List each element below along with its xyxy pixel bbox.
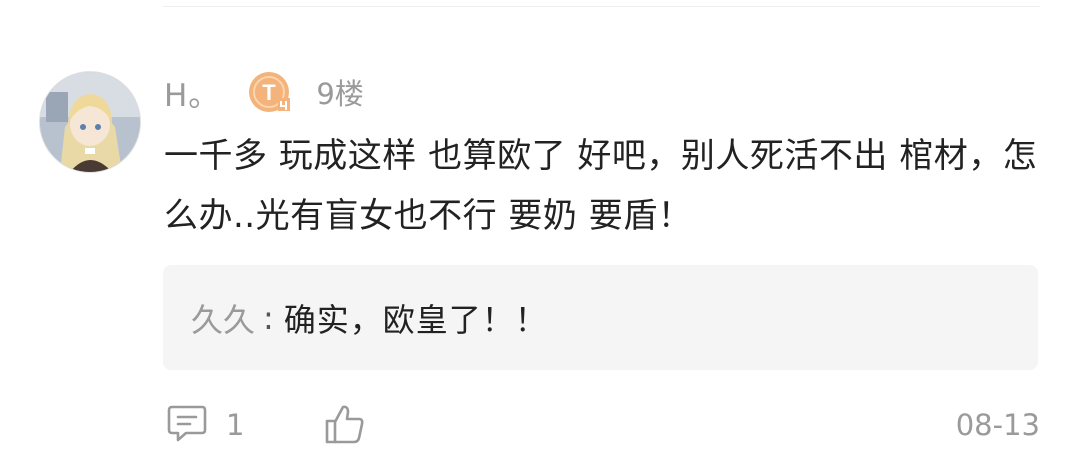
floor-number: 9楼 (316, 77, 364, 111)
level-badge-icon: T (248, 70, 292, 114)
comment-icon (166, 403, 208, 447)
reply-username[interactable]: 久久 (191, 295, 255, 341)
comment-content: 一千多 玩成这样 也算欧了 好吧，别人死活不出 棺材，怎么办..光有盲女也不行 … (164, 136, 1038, 236)
reply-separator: : (263, 298, 274, 337)
username[interactable]: H。 (164, 70, 220, 115)
thumbs-up-icon (324, 405, 366, 449)
post-date: 08-13 (955, 408, 1040, 442)
reply-text: 确实，欧皇了！！ (283, 300, 548, 339)
reply-box[interactable]: 久久 : 确实，欧皇了！！ (163, 265, 1038, 370)
like-button[interactable] (324, 403, 366, 445)
comment-count: 1 (226, 408, 245, 442)
level-badge-letter: T (263, 80, 277, 105)
comment-header: H。 T 9楼 (164, 70, 364, 114)
top-divider (163, 6, 1040, 7)
comment-button[interactable]: 1 (166, 404, 244, 446)
user-avatar[interactable] (40, 72, 140, 172)
